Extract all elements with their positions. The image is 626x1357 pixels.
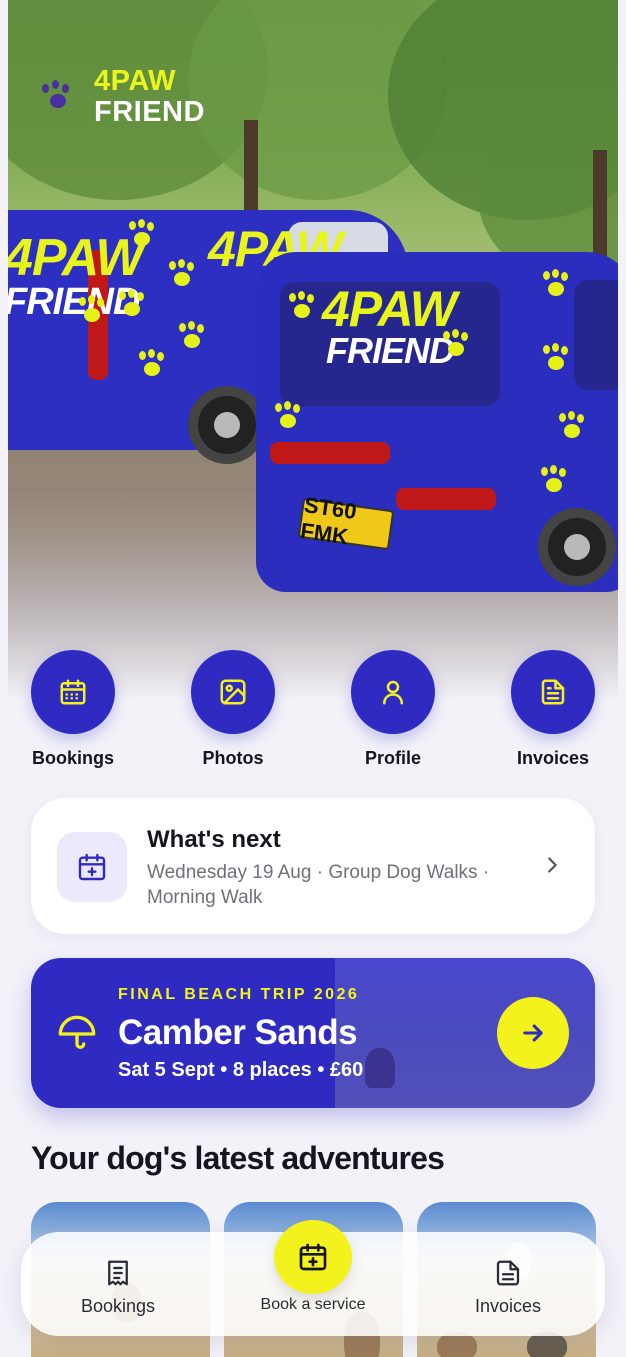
banner-headline: Camber Sands (118, 1013, 358, 1052)
umbrella-icon (57, 1014, 97, 1059)
quick-action-photos[interactable]: Photos (173, 650, 293, 769)
banner-arrow-button[interactable] (497, 997, 569, 1069)
van-lettering: 4PAW (8, 229, 145, 287)
tab-label: Bookings (80, 1296, 156, 1316)
van-lettering: 4PAW (322, 281, 457, 337)
receipt-icon (103, 1258, 133, 1293)
brand-logo: 4PAW FRIEND (94, 66, 205, 128)
quick-action-label: Photos (202, 748, 264, 768)
brand-line-2: FRIEND (94, 96, 205, 128)
calendar-plus-icon (57, 832, 127, 902)
tab-invoices[interactable]: Invoices (418, 1232, 598, 1336)
banner-kicker: FINAL BEACH TRIP 2026 (118, 986, 360, 1003)
tab-label: Invoices (474, 1296, 542, 1316)
image-icon (191, 650, 275, 734)
van-lettering: FRIEND (326, 330, 455, 371)
calendar-plus-icon (299, 1243, 327, 1271)
document-icon (493, 1258, 523, 1293)
whats-next-card[interactable]: What's next Wednesday 19 Aug · Group Dog… (31, 798, 595, 934)
document-icon (511, 650, 595, 734)
adventures-title: Your dog's latest adventures (31, 1140, 445, 1176)
quick-action-profile[interactable]: Profile (333, 650, 453, 769)
quick-action-label: Profile (364, 748, 421, 768)
book-service-label[interactable]: Book a service (213, 1296, 413, 1314)
calendar-icon (31, 650, 115, 734)
paw-logo-icon (40, 80, 74, 114)
user-icon (351, 650, 435, 734)
beach-trip-banner[interactable]: FINAL BEACH TRIP 2026 Camber Sands Sat 5… (31, 958, 595, 1108)
quick-action-label: Invoices (516, 748, 590, 768)
book-service-button[interactable] (274, 1220, 352, 1294)
chevron-right-icon (541, 854, 563, 881)
banner-details: Sat 5 Sept • 8 places • £60 (118, 1059, 364, 1081)
whats-next-subtitle: Wednesday 19 Aug · Group Dog Walks · Mor… (147, 862, 490, 908)
quick-action-invoices[interactable]: Invoices (493, 650, 613, 769)
arrow-right-icon (523, 1024, 543, 1042)
whats-next-title: What's next (147, 826, 281, 853)
brand-line-1: 4PAW (94, 65, 177, 97)
tab-bookings[interactable]: Bookings (28, 1232, 208, 1336)
quick-action-bookings[interactable]: Bookings (13, 650, 133, 769)
quick-action-label: Bookings (31, 748, 114, 768)
license-plate: ST60 FMK (297, 492, 395, 551)
